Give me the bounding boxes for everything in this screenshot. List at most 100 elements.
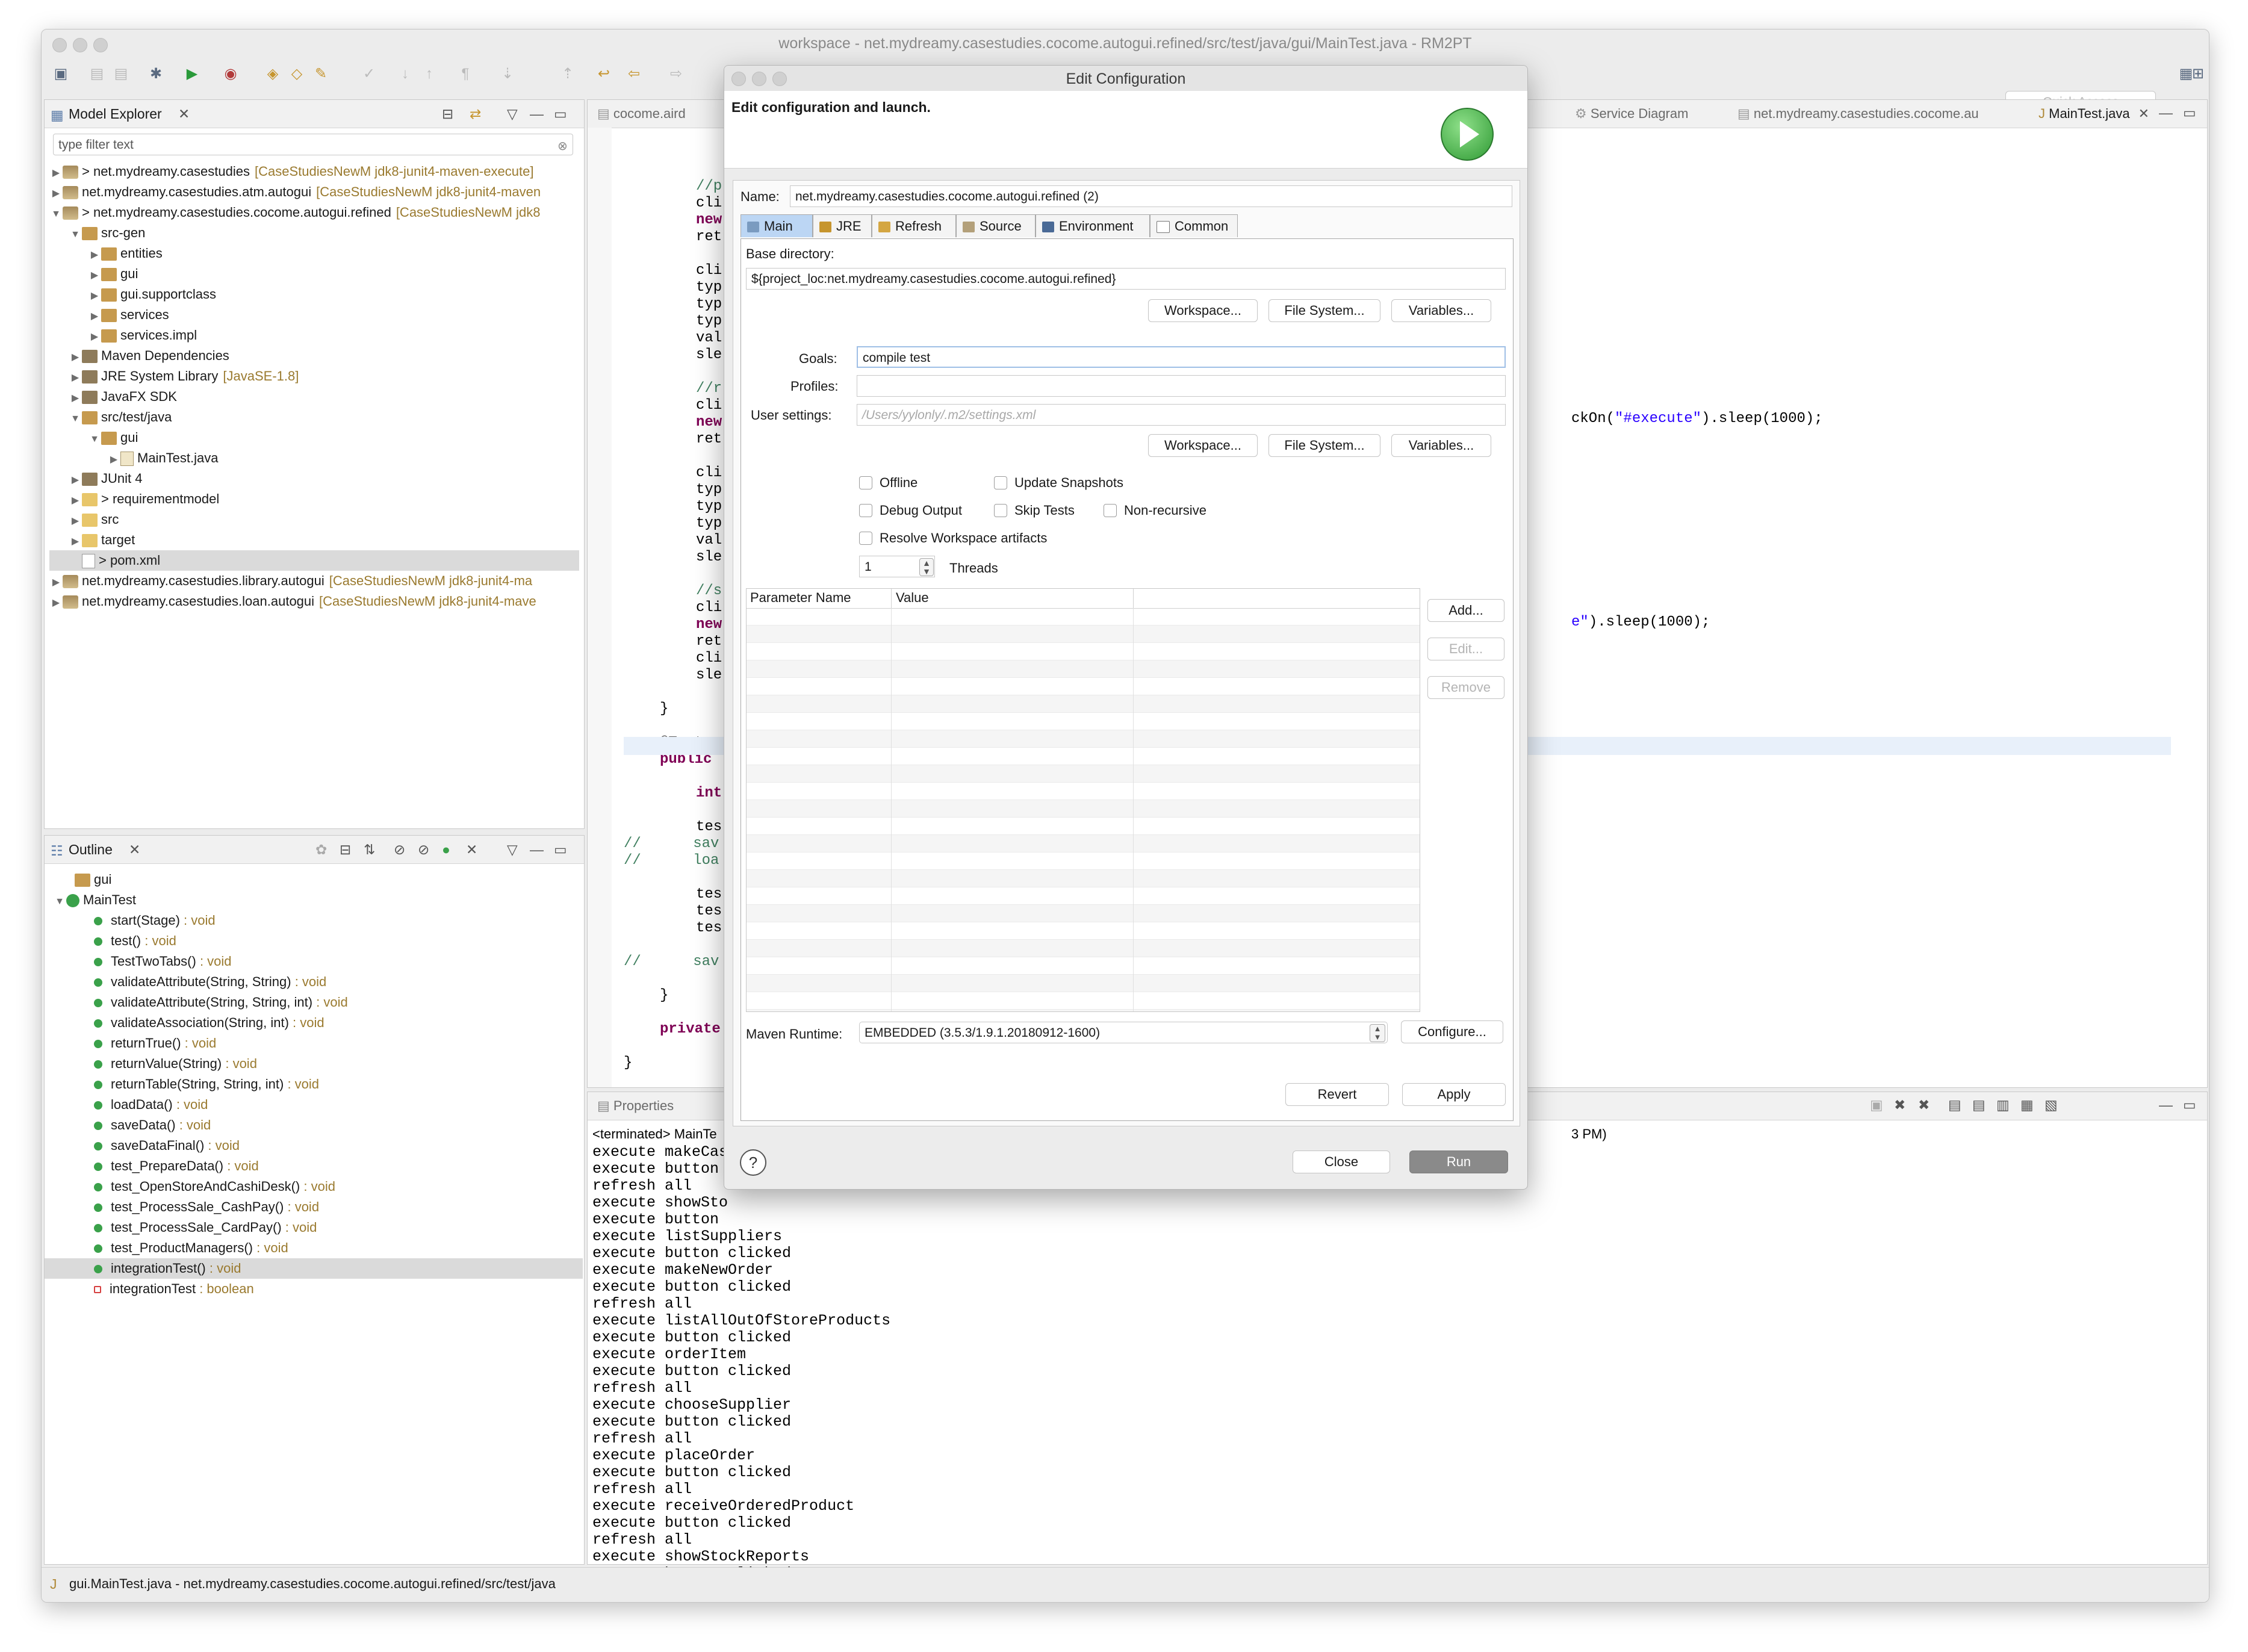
runtime-dropdown-icon[interactable]: ▲ ▼ [1370,1024,1385,1042]
scroll-lock-icon[interactable]: ▤ [1948,1097,1961,1113]
tree-item[interactable]: ▶ src [49,509,579,530]
param-value-header[interactable]: Value [896,590,929,606]
outline-member[interactable]: saveDataFinal() : void [45,1135,583,1156]
hide-static-icon[interactable]: ⊘ [418,842,429,858]
expand-triangle-icon[interactable]: ▶ [69,532,82,552]
pin-console-icon[interactable]: ▥ [1996,1097,2010,1113]
non-recursive-checkbox[interactable] [1104,504,1117,517]
settings-workspace-button[interactable]: Workspace... [1148,434,1258,457]
clear-console-icon[interactable]: ▣ [1870,1097,1883,1113]
back-icon[interactable]: ⇦ [626,66,642,82]
outline-minimize-icon[interactable]: — [530,842,544,858]
name-input[interactable]: net.mydreamy.casestudies.cocome.autogui.… [790,185,1512,207]
outline-member[interactable]: start(Stage) : void [45,910,583,931]
tree-item[interactable]: ▼ src-gen [49,223,579,243]
table-row[interactable] [747,748,1420,765]
outline-member[interactable]: test_PrepareData() : void [45,1156,583,1176]
expand-triangle-icon[interactable]: ▶ [49,593,63,613]
tree-item[interactable]: ▶ JRE System Library [JavaSE-1.8] [49,366,579,387]
annotation-icon[interactable]: ✓ [361,66,377,82]
open-task-icon[interactable]: ◇ [288,66,305,82]
expand-triangle-icon[interactable]: ▶ [88,306,101,327]
external-tools-icon[interactable]: ◉ [222,66,239,82]
table-row[interactable] [747,818,1420,835]
settings-variables-button[interactable]: Variables... [1391,434,1491,457]
expand-triangle-icon[interactable]: ▶ [49,573,63,593]
new-icon[interactable]: ▣ [52,66,69,82]
outline-member[interactable]: TestTwoTabs() : void [45,951,583,972]
tab-refresh[interactable]: Refresh [872,214,956,237]
expand-triangle-icon[interactable]: ▶ [49,163,63,184]
tree-item[interactable]: ▶ > requirementmodel [49,489,579,509]
table-row[interactable] [747,975,1420,992]
outline-member[interactable]: test_ProductManagers() : void [45,1238,583,1258]
base-dir-workspace-button[interactable]: Workspace... [1148,299,1258,322]
table-row[interactable] [747,678,1420,695]
editor-minimize-icon[interactable]: — [2159,105,2173,121]
close-tab-icon[interactable]: ✕ [2138,106,2149,121]
maven-runtime-select[interactable]: EMBEDDED (3.5.3/1.9.1.20180912-1600) [859,1022,1388,1043]
hide-nonpublic-icon[interactable]: ● [442,842,450,858]
hide-fields-icon[interactable]: ⊘ [394,842,405,858]
collapse-outline-icon[interactable]: ⊟ [340,842,351,858]
configure-runtime-button[interactable]: Configure... [1401,1020,1503,1043]
table-row[interactable] [747,783,1420,800]
tab-common[interactable]: Common [1150,214,1238,237]
profiles-input[interactable] [857,375,1506,397]
table-row[interactable] [747,905,1420,922]
outline-member[interactable]: validateAttribute(String, String) : void [45,972,583,992]
tree-item[interactable]: ▶ net.mydreamy.casestudies.atm.autogui [Ca… [49,182,579,202]
expand-triangle-icon[interactable]: ▶ [88,245,101,266]
collapse-triangle-icon[interactable]: ▼ [49,204,63,225]
outline-package[interactable]: gui [75,869,111,890]
skip-tests-checkbox[interactable] [994,504,1007,517]
run-button[interactable]: Run [1409,1150,1508,1173]
view-menu-icon[interactable]: ▽ [507,106,518,122]
filter-input[interactable]: type filter text [53,134,573,155]
expand-triangle-icon[interactable]: ▶ [88,327,101,347]
base-dir-variables-button[interactable]: Variables... [1391,299,1491,322]
expand-triangle-icon[interactable]: ▶ [69,470,82,491]
prev-annotation-icon[interactable]: ↑ [421,66,438,82]
tree-item[interactable]: ▶ services.impl [49,325,579,346]
outline-member[interactable]: saveData() : void [45,1115,583,1135]
table-row[interactable] [747,957,1420,975]
editor-tab-service[interactable]: ⚙ Service Diagram [1575,100,1688,128]
remove-launches-icon[interactable]: ✖ [1918,1097,1930,1113]
open-type-icon[interactable]: ◈ [264,66,281,82]
prev-edit-icon[interactable]: ⇡ [559,66,576,82]
outline-maximize-icon[interactable]: ▭ [554,842,567,858]
table-row[interactable] [747,730,1420,748]
collapse-triangle-icon[interactable]: ▼ [88,429,101,450]
tree-item[interactable]: ▶ target [49,530,579,550]
tree-item[interactable]: ▶ > net.mydreamy.casestudies [CaseStudiesN… [49,161,579,182]
clear-filter-icon[interactable]: ⊗ [557,138,568,154]
outline-member[interactable]: test() : void [45,931,583,951]
outline-member[interactable]: test_OpenStoreAndCashiDesk() : void [45,1176,583,1197]
remove-parameter-button[interactable]: Remove [1427,676,1504,699]
next-annotation-icon[interactable]: ↓ [397,66,414,82]
table-row[interactable] [747,835,1420,852]
expand-triangle-icon[interactable]: ▼ [53,892,66,912]
table-row[interactable] [747,713,1420,730]
parameter-table[interactable]: Parameter Name Value [746,588,1420,1012]
table-row[interactable] [747,992,1420,1010]
maximize-view-icon[interactable]: ▭ [554,106,567,122]
next-edit-icon[interactable]: ⇣ [499,66,516,82]
expand-triangle-icon[interactable]: ▶ [49,184,63,204]
base-dir-filesystem-button[interactable]: File System... [1268,299,1380,322]
open-console-icon[interactable]: ▧ [2045,1097,2058,1113]
table-row[interactable] [747,765,1420,783]
outline-member[interactable]: loadData() : void [45,1095,583,1115]
close-outline-icon[interactable]: ✕ [129,842,140,858]
display-console-icon[interactable]: ▦ [2020,1097,2034,1113]
sort-icon[interactable]: ⇅ [364,842,375,858]
tree-item[interactable]: ▶ JUnit 4 [49,468,579,489]
editor-tab-maintest[interactable]: J MainTest.java ✕ [2038,100,2149,128]
search-icon[interactable]: ✎ [312,66,329,82]
outline-member[interactable]: returnValue(String) : void [45,1054,583,1074]
table-row[interactable] [747,940,1420,957]
threads-stepper-icon[interactable]: ▲ ▼ [919,558,934,576]
terminate-icon[interactable]: ✖ [1894,1097,1905,1113]
settings-filesystem-button[interactable]: File System... [1268,434,1380,457]
